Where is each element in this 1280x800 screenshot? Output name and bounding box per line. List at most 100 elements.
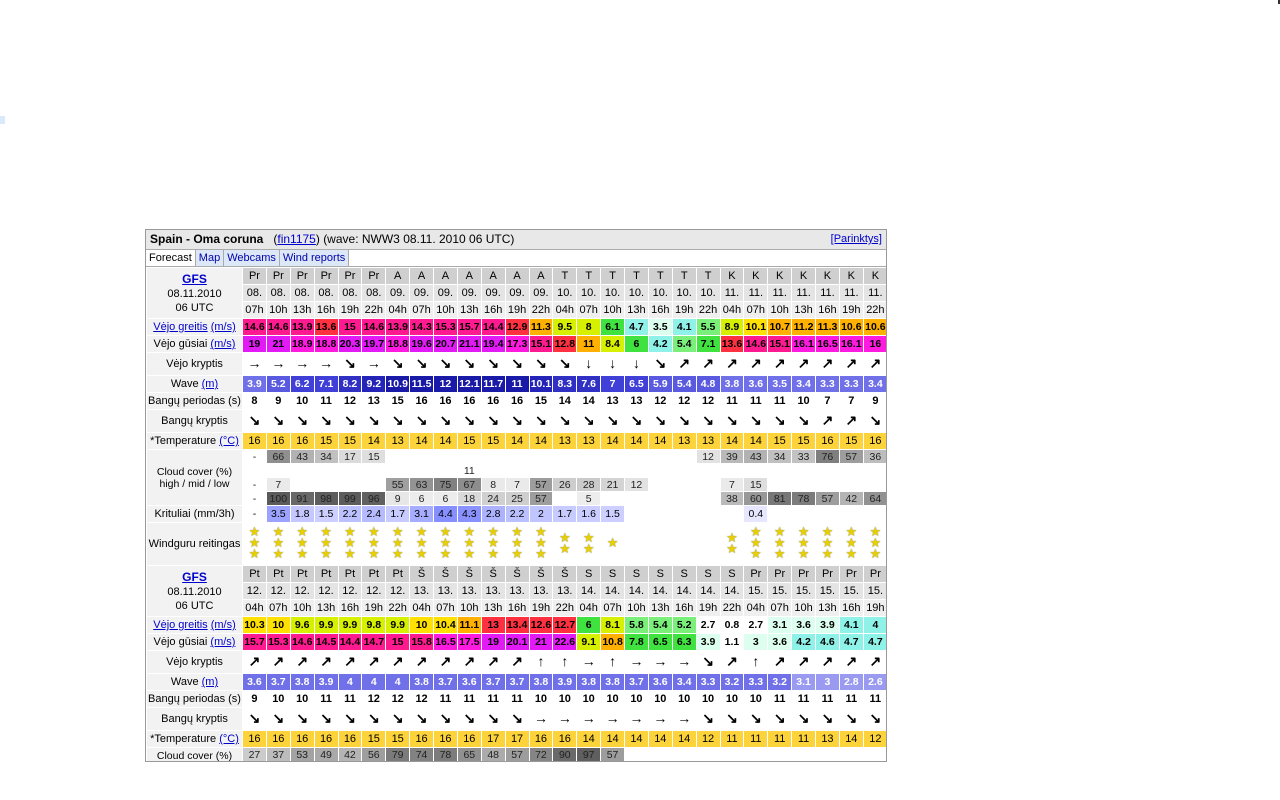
rain-cell: 3.5 xyxy=(265,505,291,523)
wind-speed-link[interactable]: Vėjo greitis xyxy=(153,619,207,631)
tab-wind-reports[interactable]: Wind reports xyxy=(279,250,350,266)
wave-arrow-icon: ↘ xyxy=(391,412,404,428)
cloud-cell: 75 xyxy=(433,477,458,492)
rating-cell: ★ ★ ★ xyxy=(289,522,315,566)
init-date: 08.11.2010 xyxy=(167,287,222,300)
wave-dir-cell: ↘ xyxy=(289,409,315,433)
cloud-cell xyxy=(791,477,816,492)
wave-arrow-icon: ↘ xyxy=(749,710,762,726)
rating-cell xyxy=(647,522,673,566)
wave-arrow-icon: ↘ xyxy=(272,412,285,428)
wave-period-cell: 12 xyxy=(671,392,697,410)
wave-period-cell: 14 xyxy=(552,392,578,410)
temperature-cell: 15 xyxy=(767,432,793,450)
wave-period-cell: 10 xyxy=(719,690,745,708)
wave-arrow-icon: ↘ xyxy=(797,710,810,726)
temperature-cell: 14 xyxy=(671,730,697,748)
hour-cell: 19h xyxy=(528,599,554,617)
wave-dir-cell: ↘ xyxy=(361,409,387,433)
gust-cell: 19.7 xyxy=(361,335,387,353)
cloud-cell: 55 xyxy=(385,477,411,492)
gusts-row: Vėjo gūsiai (m/s) 19 21 18.9 18.8 20.3 19.7 18.… xyxy=(146,335,886,353)
wave-dir-cell: ↘ xyxy=(767,707,793,731)
hour-cell: 04h xyxy=(576,599,602,617)
gust-cell: 20.3 xyxy=(337,335,363,353)
wind-dir-cell: ↗ xyxy=(337,650,363,674)
cloud-cell xyxy=(385,449,411,464)
tab-webcams[interactable]: Webcams xyxy=(224,250,280,266)
wind-dir-cell: ↗ xyxy=(695,352,721,376)
star-icon: ★ ★ xyxy=(558,529,571,556)
cloud-cell xyxy=(647,477,673,492)
wave-arrow-icon: ↘ xyxy=(511,412,523,428)
preferences-link[interactable]: [Parinktys] xyxy=(831,230,882,249)
wind-speed-cell: 9.5 xyxy=(552,318,578,336)
wave-arrow-icon: ↘ xyxy=(702,412,714,428)
star-icon: ★ ★ ★ xyxy=(272,524,285,561)
star-icon: ★ ★ xyxy=(582,529,595,556)
date-cell: 10. xyxy=(576,284,602,302)
wind-speed-link[interactable]: Vėjo greitis xyxy=(153,321,207,333)
gust-cell: 19 xyxy=(242,335,267,353)
wave-arrow-icon: ↘ xyxy=(415,710,428,726)
rating-cell: ★ ★ ★ xyxy=(433,522,458,566)
hour-cell: 07h xyxy=(767,599,793,617)
wave-arrow-icon: ↘ xyxy=(845,710,858,726)
cloud-cell xyxy=(647,747,673,761)
wave-dir-cell: ↘ xyxy=(576,409,602,433)
wave-arrow-icon: ↘ xyxy=(463,412,476,428)
date-cell: 10. xyxy=(671,284,697,302)
stray-mark xyxy=(0,116,5,124)
hour-row: 07h 10h 13h 16h 19h 22h 04h 07h 10h 13h 16h 19h 22h 0… xyxy=(147,301,886,319)
wind-speed-cell: 10.3 xyxy=(242,616,267,634)
cloud-cell: 36 xyxy=(862,449,886,464)
wind-dir-cell: → xyxy=(313,352,339,376)
temperature-unit-link[interactable]: (°C) xyxy=(219,435,239,447)
date-cell: 08. xyxy=(313,284,339,302)
tab-map[interactable]: Map xyxy=(195,250,225,266)
date-cell: 14. xyxy=(695,582,721,600)
wave-unit-link[interactable]: (m) xyxy=(202,378,219,390)
rain-cell xyxy=(719,505,745,523)
temperature-cell: 14 xyxy=(600,730,625,748)
day-cell: A xyxy=(433,267,458,285)
wave-period-cell: 12 xyxy=(361,690,387,708)
temperature-cell: 17 xyxy=(480,730,506,748)
date-cell: 08. xyxy=(289,284,315,302)
hour-cell: 07h xyxy=(242,301,267,319)
wave-dir-cell: ↘ xyxy=(600,409,625,433)
cloud-cell: 97 xyxy=(576,747,602,761)
rain-cell xyxy=(671,505,697,523)
date-cell: 15. xyxy=(743,582,769,600)
wave-unit-link[interactable]: (m) xyxy=(202,676,219,688)
model-link[interactable]: GFS xyxy=(182,570,207,584)
wind-dir-cell: ↗ xyxy=(504,650,530,674)
date-cell: 09. xyxy=(504,284,530,302)
cloud-label-line2: high / mid / low xyxy=(159,477,230,490)
wave-info: ) (wave: NWW3 08.11. 2010 06 UTC) xyxy=(315,232,515,246)
spot-id-link[interactable]: fin1175 xyxy=(277,232,315,246)
wave-cell: 10.9 xyxy=(385,375,411,393)
wave-dir-cell: ↘ xyxy=(433,409,458,433)
temperature-unit-link[interactable]: (°C) xyxy=(219,733,239,745)
wind-speed-cell: 8.1 xyxy=(600,616,625,634)
date-cell: 15. xyxy=(791,582,816,600)
wave-arrow-icon: ↘ xyxy=(487,412,500,428)
temperature-cell: 13 xyxy=(576,432,602,450)
day-cell: S xyxy=(695,565,721,583)
wind-speed-unit-link[interactable]: (m/s) xyxy=(211,619,236,631)
cloud-cell xyxy=(528,449,554,464)
tab-forecast[interactable]: Forecast xyxy=(146,250,196,266)
rain-cell: 2.8 xyxy=(480,505,506,523)
wave-cell: 3.6 xyxy=(242,673,267,691)
gusts-unit-link[interactable]: (m/s) xyxy=(210,338,235,350)
wave-cell: 3.8 xyxy=(409,673,434,691)
gusts-label: Vėjo gūsiai (m/s) xyxy=(146,633,243,651)
cloud-cell: 39 xyxy=(719,449,745,464)
day-cell: Pt xyxy=(265,565,291,583)
model-link[interactable]: GFS xyxy=(182,272,207,286)
wind-speed-unit-link[interactable]: (m/s) xyxy=(211,321,236,333)
gust-cell: 13.6 xyxy=(719,335,745,353)
date-cell: 13. xyxy=(409,582,434,600)
gusts-unit-link[interactable]: (m/s) xyxy=(210,636,235,648)
